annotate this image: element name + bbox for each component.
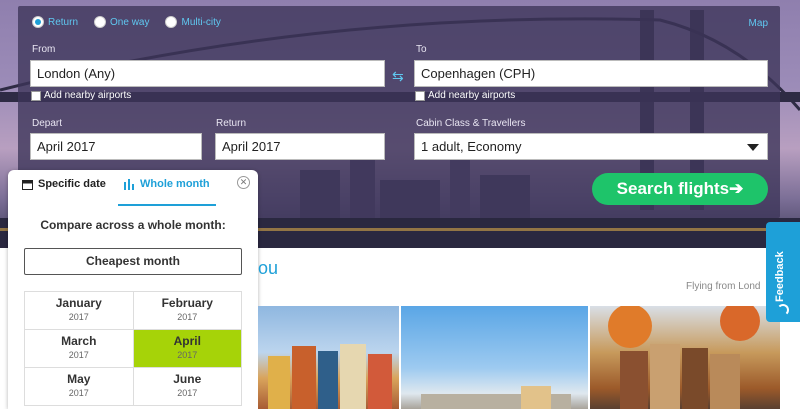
- trip-type-return[interactable]: Return: [32, 16, 78, 28]
- active-tab-indicator: [118, 204, 216, 206]
- month-grid: January 2017 February 2017 March 2017 Ap…: [24, 291, 242, 406]
- close-icon[interactable]: ✕: [237, 176, 250, 189]
- month-year: 2017: [177, 350, 198, 360]
- checkbox-label: Add nearby airports: [44, 90, 132, 101]
- month-cell-may[interactable]: May 2017: [25, 368, 134, 406]
- month-cell-june[interactable]: June 2017: [133, 368, 242, 406]
- trip-type-label: Multi-city: [181, 16, 221, 28]
- to-input[interactable]: Copenhagen (CPH): [414, 60, 768, 87]
- bar-chart-icon: [124, 178, 134, 190]
- checkbox-label: Add nearby airports: [428, 90, 516, 101]
- from-input[interactable]: London (Any): [30, 60, 385, 87]
- month-name: March: [61, 334, 97, 348]
- destination-photo[interactable]: [590, 306, 780, 409]
- month-cell-april-selected[interactable]: April 2017: [133, 330, 242, 368]
- map-link[interactable]: Map: [749, 18, 768, 29]
- section-heading: ou: [258, 258, 279, 278]
- compare-text: Compare across a whole month:: [40, 218, 226, 232]
- month-cell-january[interactable]: January 2017: [25, 292, 134, 330]
- swap-icon[interactable]: ⇆: [392, 68, 404, 85]
- trip-type-multi-city[interactable]: Multi-city: [165, 16, 221, 28]
- checkbox-icon: [31, 90, 41, 101]
- checkbox-icon: [415, 90, 425, 101]
- destination-photo[interactable]: [401, 306, 588, 409]
- search-flights-button[interactable]: Search flights➔: [592, 173, 768, 205]
- from-label: From: [32, 44, 56, 55]
- month-cell-march[interactable]: March 2017: [25, 330, 134, 368]
- tab-whole-month[interactable]: Whole month: [124, 178, 210, 190]
- cabin-select[interactable]: 1 adult, Economy: [414, 133, 768, 160]
- month-picker-popup: Specific date Whole month ✕ Compare acro…: [8, 170, 258, 409]
- to-label: To: [416, 44, 427, 55]
- trip-type-group: Return One way Multi-city: [32, 16, 221, 28]
- colorful-houses-image: [268, 344, 392, 409]
- month-name: January: [55, 296, 102, 310]
- feedback-label: Feedback: [774, 251, 786, 302]
- cheapest-month-button[interactable]: Cheapest month: [24, 248, 242, 275]
- chevron-down-icon: [747, 144, 759, 151]
- wifi-icon: [777, 304, 789, 316]
- month-year: 2017: [177, 388, 198, 398]
- feedback-tab[interactable]: Feedback: [766, 222, 800, 322]
- return-label: Return: [216, 118, 247, 129]
- month-name: June: [173, 372, 202, 386]
- trip-type-label: Return: [48, 16, 79, 28]
- tab-whole-label: Whole month: [140, 178, 210, 190]
- radio-icon: [94, 16, 107, 28]
- month-name: May: [67, 372, 91, 386]
- depart-label: Depart: [32, 118, 63, 129]
- month-year: 2017: [68, 350, 89, 360]
- month-cell-february[interactable]: February 2017: [133, 292, 242, 330]
- return-input[interactable]: April 2017: [215, 133, 385, 160]
- radio-selected-icon: [32, 16, 44, 28]
- tab-specific-date[interactable]: Specific date: [22, 178, 106, 190]
- city-street-image: [421, 386, 571, 409]
- to-nearby-checkbox[interactable]: Add nearby airports: [415, 90, 515, 101]
- trip-type-label: One way: [110, 16, 150, 28]
- flying-from-text: Flying from Lond: [686, 281, 761, 292]
- arrow-right-icon: ➔: [729, 179, 744, 198]
- from-nearby-checkbox[interactable]: Add nearby airports: [31, 90, 131, 101]
- search-flights-label: Search flights: [616, 179, 730, 198]
- cabin-value: 1 adult, Economy: [421, 139, 522, 154]
- month-name: April: [173, 334, 201, 348]
- month-year: 2017: [68, 388, 89, 398]
- radio-icon: [165, 16, 178, 28]
- calendar-icon: [22, 179, 33, 190]
- month-name: February: [161, 296, 213, 310]
- trip-type-one-way[interactable]: One way: [94, 16, 149, 28]
- depart-input[interactable]: April 2017: [30, 133, 202, 160]
- destination-photo[interactable]: [258, 306, 399, 409]
- cabin-label: Cabin Class & Travellers: [416, 118, 526, 129]
- month-year: 2017: [68, 312, 89, 322]
- tab-specific-label: Specific date: [38, 178, 106, 190]
- picker-tabs: Specific date Whole month ✕: [8, 170, 258, 206]
- month-year: 2017: [177, 312, 198, 322]
- canal-houses-image: [608, 306, 760, 409]
